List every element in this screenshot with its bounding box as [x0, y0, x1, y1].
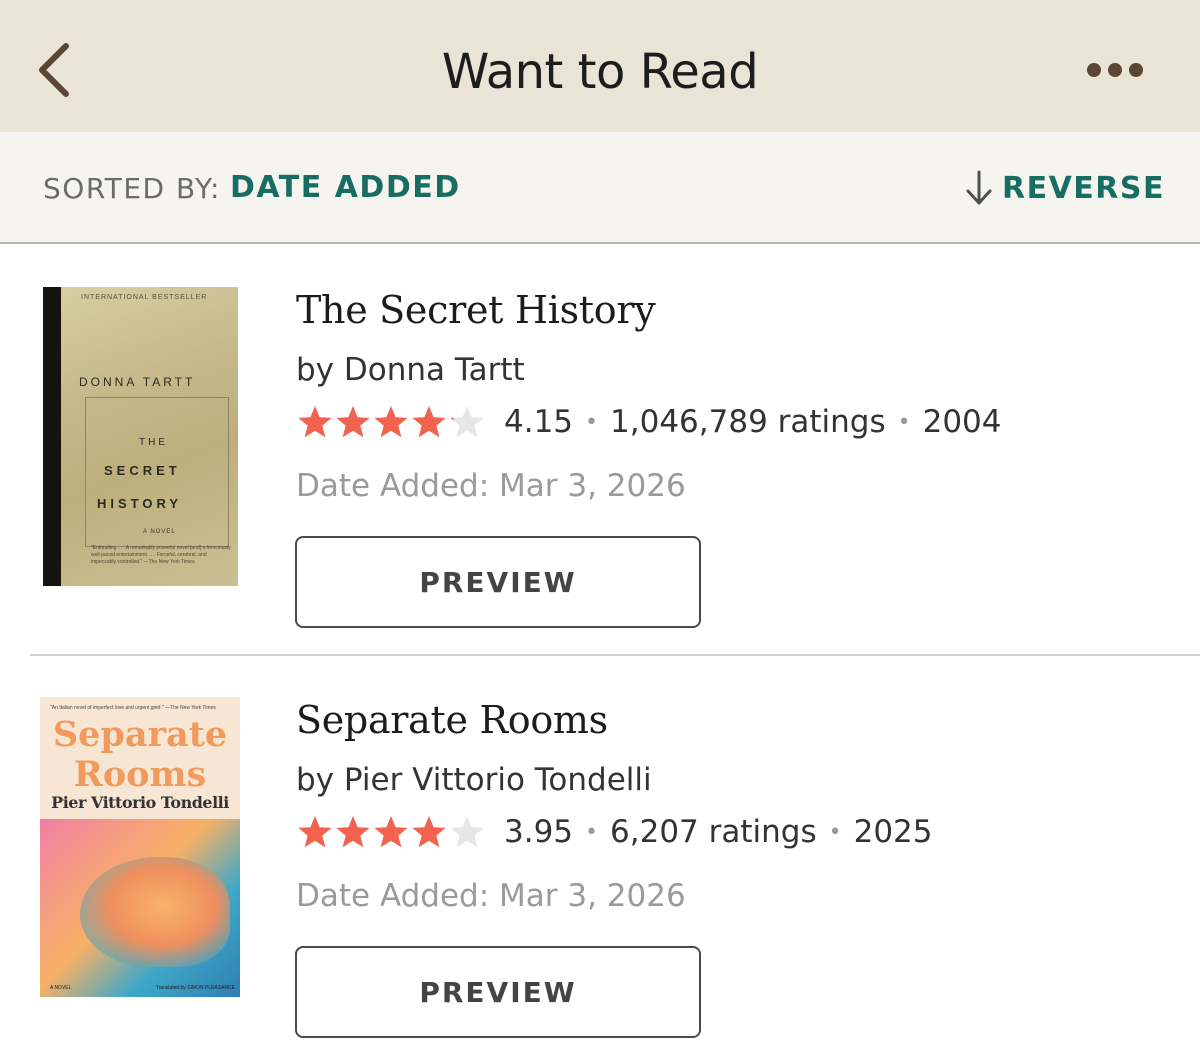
star-rating: [296, 814, 486, 850]
publication-year: 2004: [922, 404, 1002, 440]
star-icon: [374, 406, 408, 438]
star-icon: [412, 816, 446, 848]
date-added: Date Added: Mar 3, 2026: [296, 878, 686, 914]
cover-title: Separate Rooms: [40, 715, 240, 795]
average-rating: 4.15: [504, 404, 574, 440]
rating-row: 4.15 • 1,046,789 ratings • 2004: [296, 402, 1002, 442]
sort-option-button[interactable]: DATE ADDED: [230, 170, 461, 205]
sort-label: SORTED BY:: [43, 172, 221, 205]
average-rating: 3.95: [504, 814, 574, 850]
preview-label: PREVIEW: [419, 565, 577, 599]
book-cover[interactable]: INTERNATIONAL BESTSELLER DONNA TARTT THE…: [43, 287, 238, 586]
ratings-count: 6,207 ratings: [610, 814, 817, 850]
cover-title-line: THE: [139, 437, 168, 448]
star-icon: [298, 406, 332, 438]
cover-translator: Translated by SIMON PLEASANCE: [155, 985, 235, 991]
star-icon: [450, 406, 484, 438]
preview-label: PREVIEW: [419, 975, 577, 1009]
more-horizontal-icon: [1087, 63, 1143, 77]
separator-dot: •: [828, 819, 842, 845]
separator-dot: •: [897, 409, 911, 435]
book-list-item: "An Italian novel of imperfect love and …: [0, 656, 1200, 1050]
book-title[interactable]: The Secret History: [296, 288, 656, 332]
cover-subtitle: A NOVEL: [143, 529, 176, 535]
publication-year: 2025: [853, 814, 933, 850]
cover-quote: "Enthralling . . . A remarkably powerful…: [91, 545, 231, 565]
separator-dot: •: [585, 819, 599, 845]
reverse-sort-button[interactable]: REVERSE: [964, 168, 1165, 208]
book-author[interactable]: by Pier Vittorio Tondelli: [296, 762, 652, 798]
cover-title-line: HISTORY: [97, 496, 183, 511]
date-added: Date Added: Mar 3, 2026: [296, 468, 686, 504]
book-list-item: INTERNATIONAL BESTSELLER DONNA TARTT THE…: [0, 246, 1200, 656]
star-rating: [296, 404, 486, 440]
rating-row: 3.95 • 6,207 ratings • 2025: [296, 812, 933, 852]
cover-footer: A NOVEL Translated by SIMON PLEASANCE: [50, 985, 235, 991]
preview-button[interactable]: PREVIEW: [295, 536, 701, 628]
cover-footer-left: A NOVEL: [50, 985, 72, 991]
ratings-count: 1,046,789 ratings: [610, 404, 886, 440]
book-cover[interactable]: "An Italian novel of imperfect love and …: [40, 697, 240, 997]
cover-author: Pier Vittorio Tondelli: [51, 793, 229, 812]
separator-dot: •: [585, 409, 599, 435]
cover-title-line: SECRET: [104, 463, 181, 478]
cover-tagline: INTERNATIONAL BESTSELLER: [81, 294, 208, 301]
more-options-button[interactable]: [1082, 52, 1148, 88]
star-icon: [450, 816, 484, 848]
preview-button[interactable]: PREVIEW: [295, 946, 701, 1038]
reverse-label: REVERSE: [1002, 170, 1166, 206]
cover-spine: [43, 287, 61, 586]
star-icon: [374, 816, 408, 848]
star-icon: [298, 816, 332, 848]
cover-title-line: Rooms: [73, 754, 207, 795]
sort-bar: SORTED BY: DATE ADDED REVERSE: [0, 132, 1200, 244]
cover-face-image: [80, 857, 230, 967]
star-icon: [336, 406, 370, 438]
book-author[interactable]: by Donna Tartt: [296, 352, 525, 388]
top-nav-bar: Want to Read: [0, 0, 1200, 132]
book-title[interactable]: Separate Rooms: [296, 698, 608, 742]
star-icon: [412, 406, 446, 438]
arrow-down-icon: [966, 170, 992, 205]
cover-author: DONNA TARTT: [79, 375, 196, 389]
cover-quote: "An Italian novel of imperfect love and …: [50, 705, 216, 711]
star-icon: [336, 816, 370, 848]
cover-title-line: Separate: [52, 714, 228, 755]
page-title: Want to Read: [441, 44, 759, 100]
